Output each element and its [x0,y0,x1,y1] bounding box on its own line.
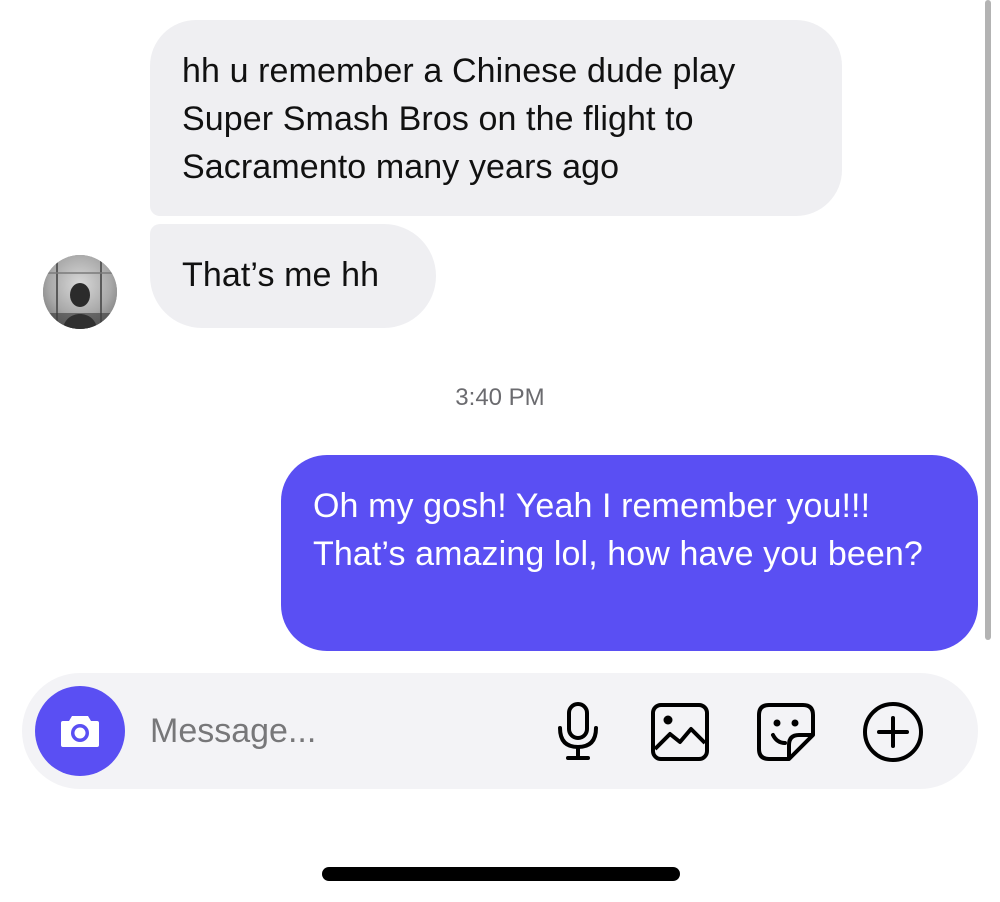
home-indicator[interactable] [322,867,680,881]
camera-icon [61,716,99,747]
more-options-button[interactable] [861,700,925,764]
sticker-icon [757,703,815,761]
gallery-button[interactable] [648,700,712,764]
avatar-photo [43,255,117,329]
outgoing-message[interactable]: Oh my gosh! Yeah I remember you!!! That’… [281,455,978,651]
avatar[interactable] [43,255,117,329]
scrollbar[interactable] [985,0,991,640]
voice-message-button[interactable] [546,700,610,764]
incoming-message[interactable]: That’s me hh [150,224,436,328]
message-text: Oh my gosh! Yeah I remember you!!! That’… [313,487,923,573]
sticker-button[interactable] [754,700,818,764]
microphone-icon [558,702,598,760]
image-icon [651,703,709,761]
message-timestamp: 3:40 PM [455,384,545,411]
plus-icon [863,702,923,762]
camera-button[interactable] [35,686,125,776]
message-text: hh u remember a Chinese dude play Super … [182,52,736,186]
message-input[interactable] [150,706,530,756]
message-text: That’s me hh [182,256,380,294]
incoming-message[interactable]: hh u remember a Chinese dude play Super … [150,20,842,216]
